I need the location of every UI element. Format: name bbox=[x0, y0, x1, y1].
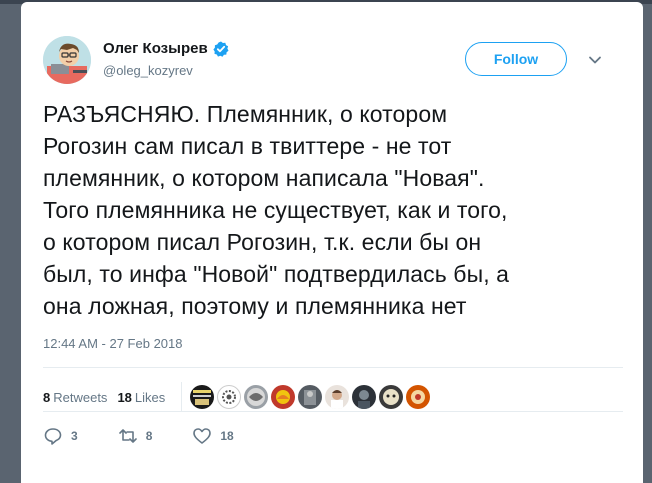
likes-stat[interactable]: 18 Likes bbox=[117, 390, 165, 405]
tweet-text-line: Рогозин сам писал в твиттере - не тот bbox=[43, 133, 452, 159]
likes-label[interactable]: Likes bbox=[135, 390, 165, 405]
retweet-icon bbox=[118, 429, 137, 443]
retweets-count[interactable]: 8 bbox=[43, 390, 50, 405]
reply-count: 3 bbox=[71, 429, 78, 443]
liker-avatar[interactable] bbox=[352, 385, 377, 409]
tweet-text: РАЗЪЯСНЯЮ. Племянник, о котором Рогозин … bbox=[43, 98, 623, 322]
user-display-name[interactable]: Олег Козырев bbox=[103, 40, 229, 57]
like-button[interactable]: 18 bbox=[192, 426, 234, 446]
cartoon-avatar-icon bbox=[43, 36, 91, 84]
liker-avatar[interactable] bbox=[217, 385, 242, 409]
follow-button[interactable]: Follow bbox=[465, 42, 567, 76]
tweet-text-line: Того племянника не существует, как и тог… bbox=[43, 197, 508, 223]
stats-separator bbox=[181, 382, 183, 412]
retweets-label[interactable]: Retweets bbox=[53, 390, 107, 405]
like-count: 18 bbox=[220, 429, 234, 443]
chevron-down-icon[interactable] bbox=[587, 52, 603, 68]
user-handle[interactable]: @oleg_kozyrev bbox=[103, 63, 193, 78]
liker-avatar[interactable] bbox=[244, 385, 269, 409]
tweet-stats: 8 Retweets 18 Likes bbox=[43, 382, 431, 412]
tweet-timestamp[interactable]: 12:44 AM - 27 Feb 2018 bbox=[43, 336, 182, 351]
divider bbox=[43, 411, 623, 412]
liker-avatar[interactable] bbox=[190, 385, 215, 409]
verified-badge-icon bbox=[213, 41, 229, 57]
liker-avatar[interactable] bbox=[298, 385, 323, 409]
tweet-text-line: она ложная, поэтому и племянника нет bbox=[43, 293, 467, 319]
user-avatar[interactable] bbox=[43, 36, 91, 84]
tweet-card: Олег Козырев @oleg_kozyrev Follow РАЗЪЯС… bbox=[21, 2, 643, 483]
retweets-stat[interactable]: 8 Retweets bbox=[43, 390, 107, 405]
liker-avatar[interactable] bbox=[271, 385, 296, 409]
user-name-text[interactable]: Олег Козырев bbox=[103, 40, 208, 57]
liker-avatar[interactable] bbox=[379, 385, 404, 409]
tweet-text-line: племянник, о котором написала "Новая". bbox=[43, 165, 485, 191]
likers-avatars bbox=[190, 385, 431, 409]
tweet-text-line: РАЗЪЯСНЯЮ. Племянник, о котором bbox=[43, 101, 448, 127]
heart-icon bbox=[193, 428, 212, 444]
tweet-actions: 3 8 18 bbox=[43, 426, 274, 446]
retweet-count: 8 bbox=[145, 429, 153, 443]
liker-avatar[interactable] bbox=[325, 385, 350, 409]
retweet-button[interactable]: 8 bbox=[118, 426, 153, 446]
liker-avatar[interactable] bbox=[406, 385, 431, 409]
likes-count[interactable]: 18 bbox=[117, 390, 131, 405]
tweet-text-line: был, то инфа "Новой" подтвердилась бы, а bbox=[43, 261, 510, 287]
tweet-text-line: о котором писал Рогозин, т.к. если бы он bbox=[43, 229, 482, 255]
reply-button[interactable]: 3 bbox=[43, 426, 78, 446]
reply-icon bbox=[44, 428, 62, 445]
divider bbox=[43, 367, 623, 368]
